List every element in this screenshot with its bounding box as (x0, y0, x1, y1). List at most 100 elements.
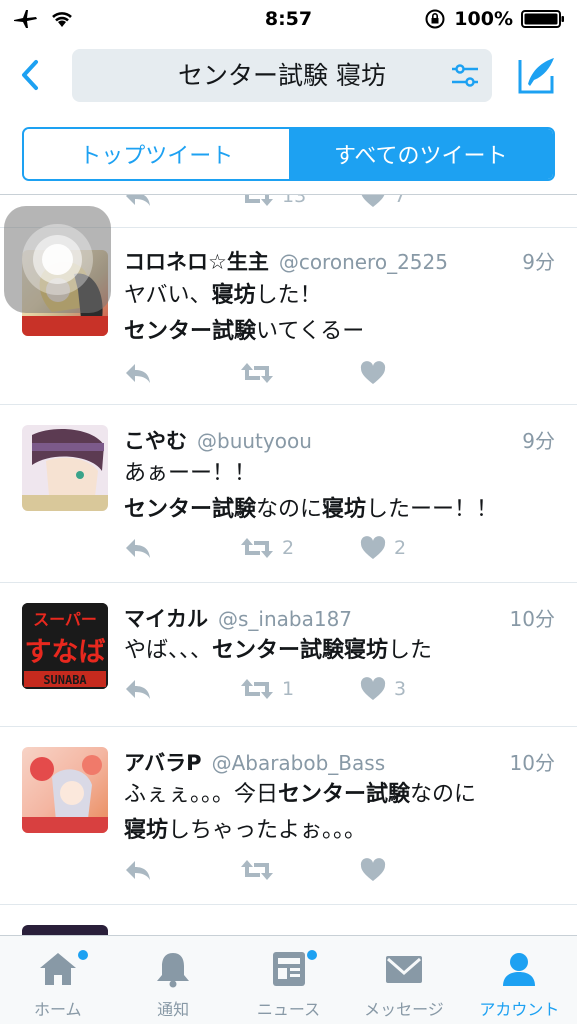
display-name[interactable]: マイカル (124, 603, 208, 633)
tab-bar: ホーム 通知 ニュース メッセージ アカウント (0, 935, 577, 1024)
tweet-time: 9分 (522, 250, 555, 274)
tweet-text-segment: しちゃったよぉ。。。 (168, 818, 367, 843)
avatar[interactable]: スーパー すなば SUNABA (22, 603, 108, 689)
retweet-icon (241, 860, 273, 880)
nav-bar: センター試験 寝坊 (0, 38, 577, 114)
tweet-text-highlight: 寝坊 (322, 497, 367, 522)
reply-button[interactable] (124, 674, 152, 704)
reply-icon (126, 364, 150, 383)
like-button[interactable] (360, 855, 394, 885)
retweet-icon (241, 679, 273, 699)
retweet-button[interactable]: 13 (240, 195, 306, 211)
compose-icon (518, 58, 554, 94)
like-button[interactable]: 3 (360, 674, 406, 704)
reply-icon (126, 195, 150, 206)
tweet-filter-segment: トップツイート すべてのツイート (22, 127, 555, 181)
avatar-illustration (22, 755, 108, 833)
tweet-text-highlight: センター試験 (124, 319, 257, 344)
tweet-text-highlight: センター試験寝坊 (212, 638, 389, 663)
compose-tweet-button[interactable] (514, 54, 558, 98)
retweet-icon (245, 195, 273, 206)
like-button[interactable]: 7 (360, 195, 406, 211)
tweet-text-highlight: 寝坊 (124, 818, 169, 843)
avatar[interactable] (22, 925, 108, 935)
unread-dot (306, 950, 317, 960)
news-icon (272, 952, 305, 986)
filter-icon[interactable] (450, 62, 480, 90)
tweet-item[interactable]: スーパー すなば SUNABA マイカル @s_inaba187 10分 やば、… (0, 583, 577, 727)
heart-icon (360, 361, 386, 384)
tweet-item[interactable]: アバラP @Abarabob_Bass 10分 ふぇぇ。。。今日センター試験なの… (0, 727, 577, 905)
retweet-count: 1 (282, 678, 295, 700)
tweet-actions: 1 3 (124, 674, 424, 704)
tweet-item[interactable] (0, 905, 577, 935)
user-handle[interactable]: @Abarabob_Bass (212, 751, 386, 775)
unread-dot (78, 950, 88, 960)
tweet-item[interactable]: こやむ @buutyoou 9分 あぁーー！！ センター試験なのに寝坊したーー！… (0, 405, 577, 583)
retweet-icon (241, 538, 273, 558)
avatar-logo: スーパー すなば SUNABA (22, 603, 108, 689)
tweet-line: ふぇぇ。。。今日センター試験なのに (124, 777, 557, 813)
display-name[interactable]: こやむ (124, 425, 187, 455)
back-button[interactable] (12, 52, 52, 98)
tab-news[interactable]: ニュース (231, 936, 346, 1024)
user-handle[interactable]: @buutyoou (197, 429, 312, 453)
tab-all-tweets[interactable]: すべてのツイート (288, 129, 553, 179)
assistive-touch-button[interactable] (4, 206, 111, 313)
airplane-icon (14, 10, 37, 28)
tab-account[interactable]: アカウント (462, 936, 577, 1024)
retweet-button[interactable]: 1 (240, 674, 294, 704)
reply-button[interactable] (124, 533, 152, 563)
user-handle[interactable]: @coronero_2525 (279, 250, 448, 274)
tweet-text-segment: いてくるー (256, 319, 365, 344)
tab-messages[interactable]: メッセージ (346, 936, 461, 1024)
tweet-line: やば、、、センター試験寝坊した (124, 633, 557, 669)
retweet-count: 2 (282, 537, 295, 559)
tweet-text: ヤバい、寝坊した！ センター試験いてくるー (124, 278, 557, 350)
reply-button[interactable] (124, 855, 152, 885)
tweet-text: やば、、、センター試験寝坊した (124, 633, 557, 669)
reply-icon (126, 539, 150, 558)
person-icon (503, 953, 536, 986)
search-input[interactable]: センター試験 寝坊 (72, 49, 492, 102)
tweet-text-segment: なのに (410, 782, 477, 807)
search-query: センター試験 寝坊 (178, 61, 386, 90)
display-name[interactable]: アバラP (124, 747, 202, 777)
retweet-button[interactable] (240, 358, 282, 388)
user-handle[interactable]: @s_inaba187 (218, 607, 352, 631)
tweet-line: ヤバい、寝坊した！ (124, 278, 557, 314)
retweet-button[interactable]: 2 (240, 533, 294, 563)
tweet-text-segment: したーー！！ (366, 497, 499, 522)
tab-notifications[interactable]: 通知 (115, 936, 230, 1024)
tweet-line: 寝坊しちゃったよぉ。。。 (124, 813, 557, 849)
like-button[interactable]: 2 (360, 533, 406, 563)
tweet-time: 10分 (509, 607, 555, 631)
rotation-lock-icon (425, 9, 445, 29)
tweet-text-segment: なのに (256, 497, 323, 522)
bell-icon (157, 953, 190, 988)
heart-icon (360, 677, 386, 700)
display-name[interactable]: コロネロ☆生主 (124, 246, 269, 276)
heart-icon (360, 536, 386, 559)
reply-button[interactable] (124, 195, 152, 211)
avatar[interactable] (22, 425, 108, 511)
reply-button[interactable] (124, 358, 152, 388)
heart-icon (360, 858, 386, 881)
battery-percent: 100% (454, 8, 513, 30)
tweet-actions (124, 855, 424, 885)
tab-home[interactable]: ホーム (0, 936, 115, 1024)
tweet-text: ふぇぇ。。。今日センター試験なのに 寝坊しちゃったよぉ。。。 (124, 777, 557, 849)
tab-top-tweets[interactable]: トップツイート (24, 129, 289, 179)
avatar-logo-top: スーパー (33, 610, 97, 629)
battery-icon (521, 10, 564, 28)
tab-label: ホーム (33, 1000, 82, 1019)
tweet-line: センター試験なのに寝坊したーー！！ (124, 492, 557, 528)
home-icon (39, 953, 76, 985)
like-button[interactable] (360, 358, 394, 388)
retweet-icon (241, 363, 273, 383)
retweet-button[interactable] (240, 855, 282, 885)
tweet-text-highlight: センター試験 (124, 497, 257, 522)
tweet-actions: 2 2 (124, 533, 424, 563)
avatar-logo-bottom: SUNABA (43, 673, 87, 687)
avatar[interactable] (22, 747, 108, 833)
